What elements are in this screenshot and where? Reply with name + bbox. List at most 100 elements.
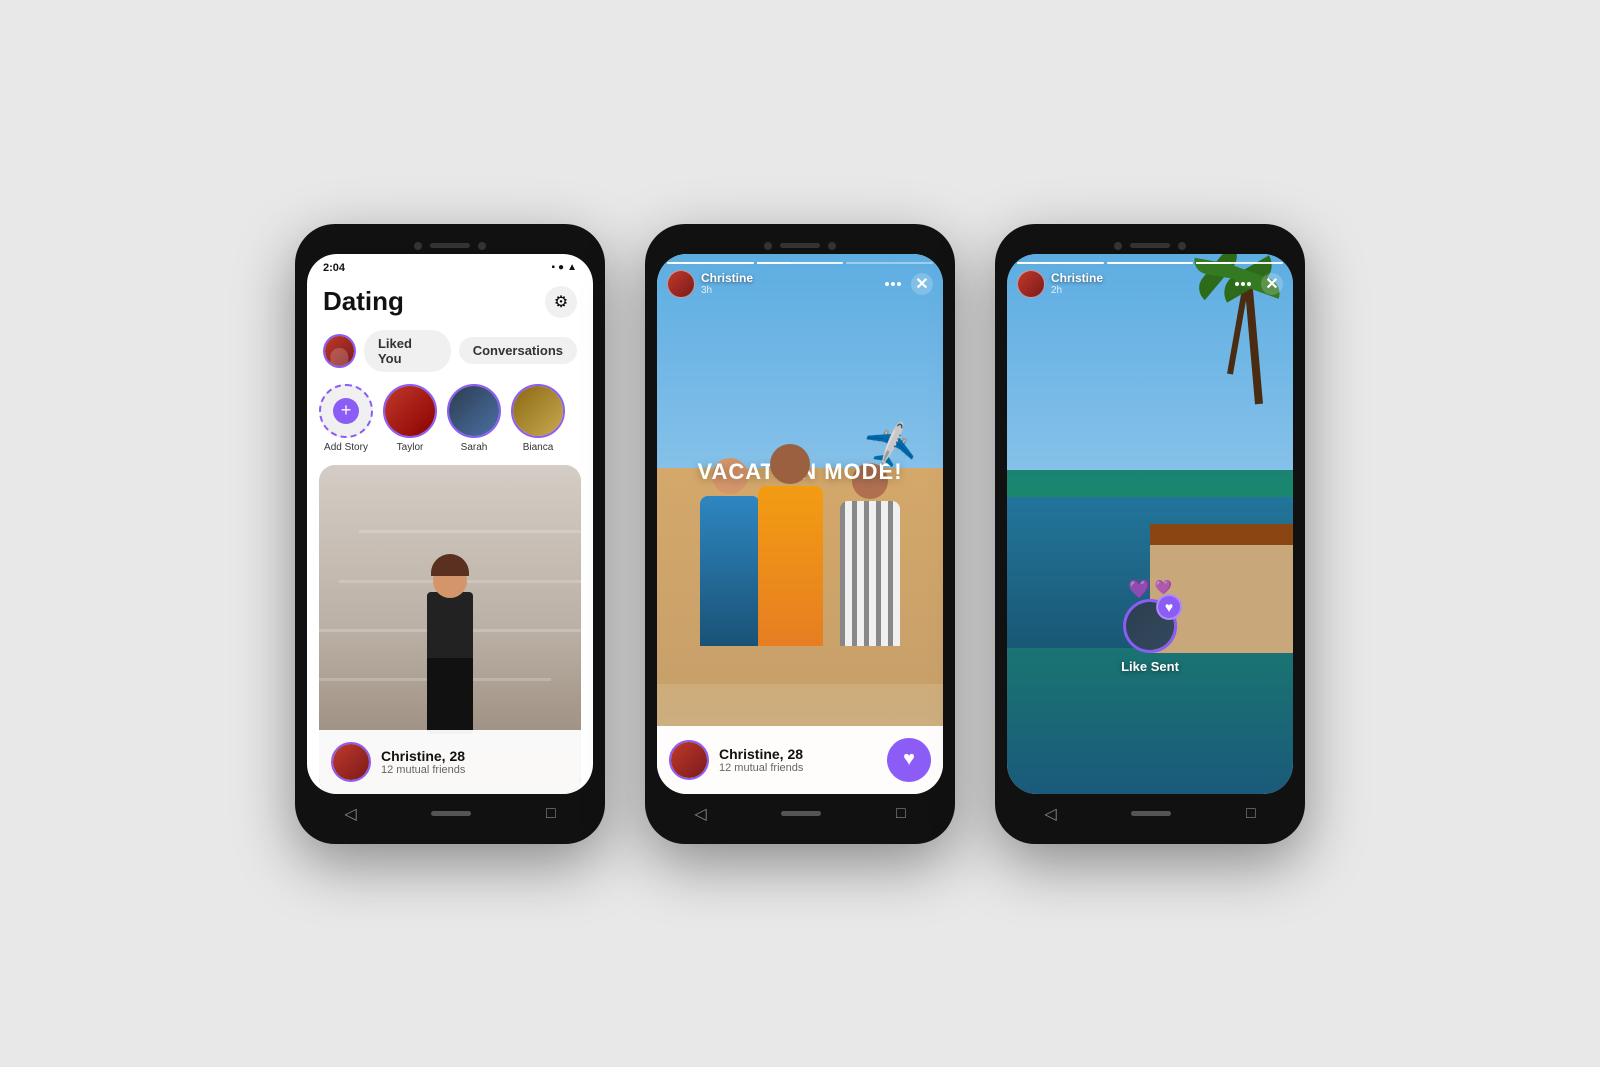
back-nav-icon[interactable]: ◁ (344, 804, 356, 824)
dot-2 (891, 282, 895, 286)
camera-dot-2 (1178, 242, 1186, 250)
story-sarah[interactable]: Sarah (447, 384, 501, 453)
resort-roof (1150, 524, 1293, 546)
user-avatar-small (323, 334, 356, 368)
dot-3 (1247, 282, 1251, 286)
stories-row: + Add Story Taylor Sarah Bianc (307, 384, 593, 465)
story-user-info: Christine 3h (701, 271, 753, 296)
add-story-item[interactable]: + Add Story (319, 384, 373, 453)
battery-icon: ▪ (552, 262, 556, 273)
progress-bar-2 (757, 262, 844, 264)
recents-nav-icon[interactable]: □ (1246, 805, 1256, 823)
like-sent-overlay: 💜 💜 ♥ Like Sent (1121, 599, 1179, 674)
progress-bar-2 (1107, 262, 1194, 264)
story-card-avatar-photo (671, 742, 707, 778)
like-sent-label: Like Sent (1121, 659, 1179, 674)
card-info-bar: Christine, 28 12 mutual friends (319, 730, 581, 794)
person-body (427, 592, 473, 662)
signal-icon: ▲ (567, 262, 577, 273)
camera-dot (414, 242, 422, 250)
taylor-label: Taylor (397, 442, 424, 453)
phone-nav-bar: ◁ □ (657, 794, 943, 832)
profile-card[interactable]: Christine, 28 12 mutual friends (319, 465, 581, 794)
status-icons: ▪ ● ▲ (552, 262, 578, 273)
add-story-plus-icon: + (333, 398, 359, 424)
progress-bar-1 (1017, 262, 1104, 264)
story-card-avatar (669, 740, 709, 780)
close-story-button[interactable]: ✕ (911, 273, 933, 295)
camera-dot (764, 242, 772, 250)
taylor-avatar (383, 384, 437, 438)
story-header-row: Christine 3h ✕ (667, 270, 933, 298)
story-card-text: Christine, 28 12 mutual friends (719, 746, 803, 774)
gear-icon: ⚙ (554, 292, 568, 312)
phone-nav-bar: ◁ □ (1007, 794, 1293, 832)
phone-2: Christine 3h ✕ VACATION MODE! ✈️ (645, 224, 955, 844)
story-user-row: Christine 2h (1017, 270, 1103, 298)
speaker (1130, 243, 1170, 248)
like-button[interactable]: ♥ (887, 738, 931, 782)
floating-heart-1: 💜 (1128, 579, 1150, 600)
tab-liked-you[interactable]: Liked You (364, 330, 451, 372)
story3-card-info (1007, 684, 1293, 794)
sarah-photo (449, 386, 499, 436)
like-sent-avatar-wrap: ♥ (1123, 599, 1177, 653)
story-controls: ✕ (1235, 273, 1283, 295)
progress-bar-1 (667, 262, 754, 264)
person-legs (427, 658, 473, 734)
back-nav-icon[interactable]: ◁ (694, 804, 706, 824)
home-nav-pill[interactable] (431, 811, 471, 816)
card-text: Christine, 28 12 mutual friends (381, 748, 465, 776)
camera-dot-2 (828, 242, 836, 250)
more-options-button[interactable] (1235, 282, 1251, 286)
friends-group-visual (657, 309, 943, 684)
heart-icon: ♥ (903, 748, 915, 771)
tropical-background: Christine 2h ✕ 💜 💜 (1007, 254, 1293, 794)
story-card-mutual: 12 mutual friends (719, 762, 803, 774)
card-avatar-photo (333, 744, 369, 780)
sarah-avatar (447, 384, 501, 438)
story-time: 2h (1051, 285, 1103, 296)
tabs-row: Liked You Conversations (307, 326, 593, 384)
app-header: Dating ⚙ (307, 278, 593, 326)
bianca-label: Bianca (523, 442, 554, 453)
story-progress-bars (1017, 262, 1283, 264)
recents-nav-icon[interactable]: □ (546, 805, 556, 823)
phone-nav-bar: ◁ □ (307, 794, 593, 832)
friends-box (690, 346, 910, 646)
page-title: Dating (323, 286, 404, 317)
sarah-label: Sarah (461, 442, 488, 453)
settings-button[interactable]: ⚙ (545, 286, 577, 318)
dot-1 (1235, 282, 1239, 286)
palm-trunk-1 (1245, 284, 1263, 404)
speaker (780, 243, 820, 248)
story-taylor[interactable]: Taylor (383, 384, 437, 453)
progress-bar-3 (1196, 262, 1283, 264)
avatar-photo (325, 336, 354, 366)
story-user-info: Christine 2h (1051, 271, 1103, 296)
home-nav-pill[interactable] (781, 811, 821, 816)
story-card-name: Christine, 28 (719, 746, 803, 762)
back-nav-icon[interactable]: ◁ (1044, 804, 1056, 824)
bianca-avatar (511, 384, 565, 438)
add-story-avatar: + (319, 384, 373, 438)
tab-conversations[interactable]: Conversations (459, 337, 577, 364)
more-options-button[interactable] (885, 282, 901, 286)
status-time: 2:04 (323, 262, 345, 274)
story-screen: Christine 3h ✕ VACATION MODE! ✈️ (657, 254, 943, 794)
story-user-name: Christine (701, 271, 753, 285)
dot-1 (885, 282, 889, 286)
home-nav-pill[interactable] (1131, 811, 1171, 816)
add-story-label: Add Story (324, 442, 368, 453)
camera-dot (1114, 242, 1122, 250)
speaker (430, 243, 470, 248)
story-bianca[interactable]: Bianca (511, 384, 565, 453)
story-background: Christine 3h ✕ VACATION MODE! ✈️ (657, 254, 943, 794)
close-story-button[interactable]: ✕ (1261, 273, 1283, 295)
story-header-row: Christine 2h ✕ (1017, 270, 1283, 298)
recents-nav-icon[interactable]: □ (896, 805, 906, 823)
bianca-photo (513, 386, 563, 436)
phone-screen: 2:04 ▪ ● ▲ Dating ⚙ Liked You Conversati… (307, 254, 593, 794)
wifi-icon: ● (558, 262, 564, 273)
taylor-photo (385, 386, 435, 436)
